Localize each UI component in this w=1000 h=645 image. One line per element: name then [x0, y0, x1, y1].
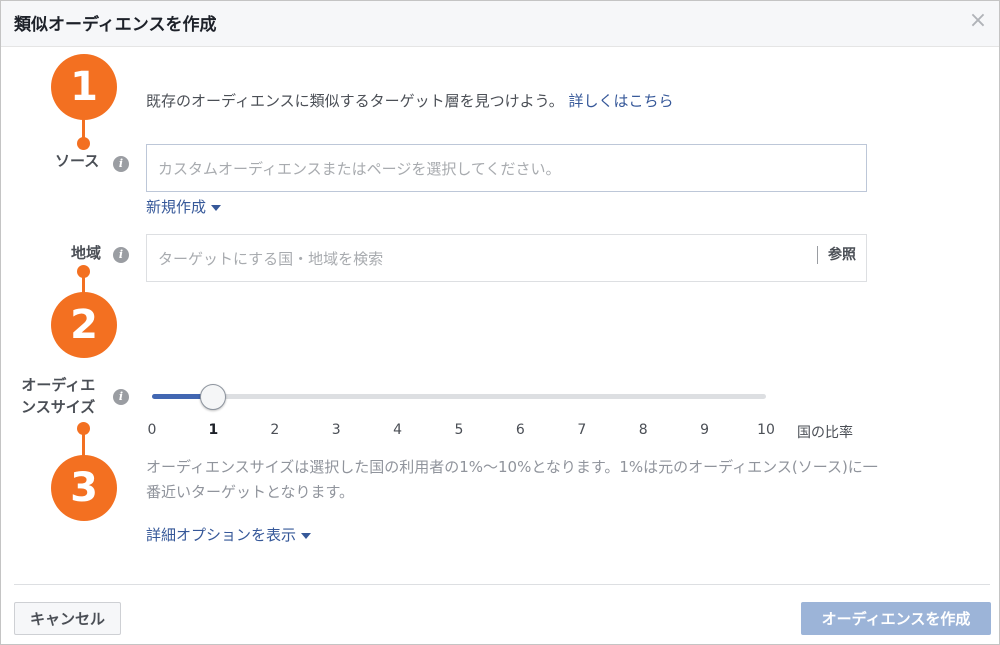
- step-3-marker: 3: [51, 455, 117, 521]
- audience-size-slider-track[interactable]: [152, 394, 766, 399]
- step-3-connector: [82, 429, 85, 457]
- slider-tick-1: 1: [208, 422, 219, 438]
- chevron-down-icon: [211, 204, 222, 211]
- browse-button[interactable]: 参照: [817, 246, 856, 264]
- step-1-dot: [77, 137, 90, 150]
- intro-text: 既存のオーディエンスに類似するターゲット層を見つけよう。: [146, 92, 564, 110]
- cancel-button[interactable]: キャンセル: [14, 602, 121, 635]
- slider-axis-label: 国の比率: [797, 425, 853, 441]
- source-placeholder: カスタムオーディエンスまたはページを選択してください。: [158, 159, 561, 178]
- slider-tick-0: 0: [147, 422, 157, 438]
- step-1-marker: 1: [51, 54, 117, 120]
- create-new-label: 新規作成: [146, 198, 207, 216]
- show-advanced-options-link[interactable]: 詳細オプションを表示: [146, 524, 312, 545]
- step-2-marker: 2: [51, 292, 117, 358]
- slider-tick-3: 3: [331, 422, 341, 438]
- dialog-header: 類似オーディエンスを作成 ×: [1, 1, 999, 47]
- audience-size-label-line1: オーディエ: [21, 376, 96, 394]
- advanced-options-label: 詳細オプションを表示: [146, 526, 297, 544]
- learn-more-link[interactable]: 詳しくはこちら: [569, 92, 674, 110]
- info-icon[interactable]: i: [113, 156, 129, 172]
- footer-divider: [14, 584, 990, 585]
- slider-tick-4: 4: [393, 422, 403, 438]
- location-label: 地域: [71, 244, 102, 262]
- slider-tick-10: 10: [757, 422, 775, 438]
- create-lookalike-dialog: 類似オーディエンスを作成 × 1 2 3 既存のオーディエンスに類似するターゲッ…: [0, 0, 1000, 645]
- audience-size-slider-handle[interactable]: [200, 384, 226, 410]
- slider-tick-7: 7: [577, 422, 587, 438]
- slider-tick-5: 5: [454, 422, 464, 438]
- create-audience-button[interactable]: オーディエンスを作成: [801, 602, 991, 635]
- audience-size-label-line2: ンスサイズ: [21, 398, 96, 416]
- info-icon[interactable]: i: [113, 247, 129, 263]
- info-icon[interactable]: i: [113, 389, 129, 405]
- slider-tick-2: 2: [270, 422, 280, 438]
- source-label: ソース: [55, 152, 100, 170]
- intro-text-row: 既存のオーディエンスに類似するターゲット層を見つけよう。 詳しくはこちら: [146, 90, 674, 111]
- audience-size-description: オーディエンスサイズは選択した国の利用者の1%〜10%となります。1%は元のオー…: [146, 458, 878, 501]
- audience-size-label: オーディエ ンスサイズ: [21, 374, 95, 418]
- slider-tick-9: 9: [700, 422, 710, 438]
- chevron-down-icon: [301, 532, 312, 539]
- slider-tick-6: 6: [515, 422, 525, 438]
- slider-tick-8: 8: [638, 422, 648, 438]
- close-icon[interactable]: ×: [967, 10, 989, 32]
- location-search-input[interactable]: ターゲットにする国・地域を検索 参照: [146, 234, 867, 282]
- source-input[interactable]: カスタムオーディエンスまたはページを選択してください。: [146, 144, 867, 192]
- location-placeholder: ターゲットにする国・地域を検索: [158, 249, 384, 268]
- create-new-dropdown[interactable]: 新規作成: [146, 196, 222, 217]
- dialog-title: 類似オーディエンスを作成: [14, 15, 217, 35]
